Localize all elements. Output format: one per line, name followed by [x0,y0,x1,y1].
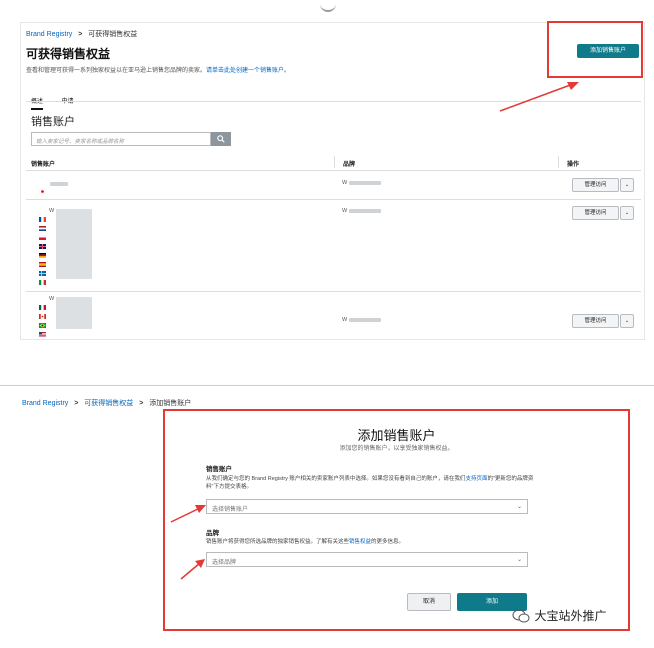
sales-rights-link[interactable]: 销售权益 [349,539,371,545]
sales-account-select[interactable]: 选择销售账户 ⌄ [206,499,528,514]
breadcrumb-current: 添加销售账户 [149,400,192,407]
search-icon [217,135,225,143]
dialog-subtitle: 添加您的销售账户，以享受独家销售权益。 [339,446,454,452]
watermark: 大宝站外推广 [512,607,606,625]
brand-name: W [342,317,348,323]
brand-select[interactable]: 选择品牌 ⌄ [206,552,528,567]
annotation-arrow-icon [180,559,205,580]
support-page-link[interactable]: 支持页面 [465,476,487,482]
brand-name-redacted [349,318,381,322]
table-row: W W 管理访问 ⌄ [26,203,641,289]
add-account-dialog: 添加销售账户 添加您的销售账户，以享受独家销售权益。 销售账户 从我们确定与您的… [163,409,630,631]
manage-access-button[interactable]: 管理访问 [572,178,619,192]
row-divider [26,291,641,292]
breadcrumb-root-link[interactable]: Brand Registry [26,31,72,38]
header-divider [26,170,641,171]
annotation-arrow-icon [499,82,579,112]
brand-help-text-2: 的更多信息。 [371,539,405,545]
account-field-label: 销售账户 [206,466,232,473]
account-names-redacted [56,297,92,329]
manage-access-dropdown[interactable]: ⌄ [620,206,634,220]
column-divider [558,156,559,168]
breadcrumb-separator: > [74,400,79,407]
account-names-redacted [56,209,92,279]
breadcrumb-current: 可获得销售权益 [88,31,138,38]
wechat-icon [512,609,530,623]
dialog-title: 添加销售账户 [357,428,436,443]
tab-bar: 概述 申请 [31,90,87,110]
brand-name-redacted [349,181,381,185]
brand-field-help: 销售账户将获得您所选品牌的独家销售权益。了解有关这些销售权益的更多信息。 [206,538,536,546]
highlight-box [547,21,643,78]
breadcrumb-separator: > [139,400,144,407]
manage-access-dropdown[interactable]: ⌄ [620,178,634,192]
section-divider [0,385,654,386]
breadcrumb-bottom: Brand Registry > 可获得销售权益 > 添加销售账户 [22,398,191,408]
seller-search-input[interactable]: 输入卖家记号、卖家名称或品牌名称 [31,132,211,146]
tab-applications[interactable]: 申请 [61,99,73,105]
column-header-account: 销售账户 [31,162,56,168]
chevron-down-icon: ⌄ [516,504,522,510]
chevron-down-icon: ⌄ [516,557,522,563]
chevron-down-icon: ⌄ [624,182,630,188]
table-row: W 管理访问 ⌄ [26,173,641,197]
table-row: W W 管理访问 ⌄ [26,295,641,337]
chevron-down-icon: ⌄ [624,210,630,216]
breadcrumb-root-link[interactable]: Brand Registry [22,400,68,407]
brand-name-redacted [349,209,381,213]
column-header-action: 操作 [567,162,580,168]
page-description: 查看和管理可获得一系列独家权益以在亚马逊上销售您品牌的卖家。请单击此处创建一个销… [26,65,290,74]
flag-us-icon [39,324,46,342]
watermark-text: 大宝站外推广 [534,609,607,623]
brand-name: W [342,208,348,214]
breadcrumb-separator: > [78,31,83,38]
column-header-brand: 品牌 [343,162,356,168]
cancel-button[interactable]: 取消 [407,593,451,611]
account-field-help: 从我们确定与您的 Brand Registry 账户相关的卖家账户列表中选择。如… [206,475,536,491]
breadcrumb-sales-rights-link[interactable]: 可获得销售权益 [84,400,133,407]
loading-spinner-icon [320,2,336,12]
chevron-down-icon: ⌄ [624,318,630,324]
brand-field-label: 品牌 [206,530,219,537]
flag-jp-icon [38,181,47,199]
section-title: 销售账户 [31,116,75,128]
select-placeholder: 选择品牌 [212,560,237,566]
select-placeholder: 选择销售账户 [212,507,249,513]
account-help-text: 从我们确定与您的 Brand Registry 账户相关的卖家账户列表中选择。如… [206,476,466,482]
account-name-redacted [50,182,68,186]
create-account-link[interactable]: 请单击此处创建一个销售账户。 [206,68,290,74]
flag-it-icon [39,272,46,290]
column-divider [334,156,335,168]
manage-access-button[interactable]: 管理访问 [572,314,619,328]
screenshot-root: Brand Registry > 可获得销售权益 可获得销售权益 查看和管理可获… [0,0,654,648]
manage-access-dropdown[interactable]: ⌄ [620,314,634,328]
brand-help-text: 销售账户将获得您所选品牌的独家销售权益。了解有关这些 [206,539,350,545]
search-button[interactable] [211,132,231,146]
description-text: 查看和管理可获得一系列独家权益以在亚马逊上销售您品牌的卖家。 [26,68,207,74]
manage-access-button[interactable]: 管理访问 [572,206,619,220]
brand-name: W [342,180,348,186]
account-name: W [49,296,55,302]
account-name: W [49,208,55,214]
row-divider [26,199,641,200]
annotation-arrow-icon [170,505,206,523]
breadcrumb: Brand Registry > 可获得销售权益 [26,29,137,39]
page-title: 可获得销售权益 [26,47,111,61]
